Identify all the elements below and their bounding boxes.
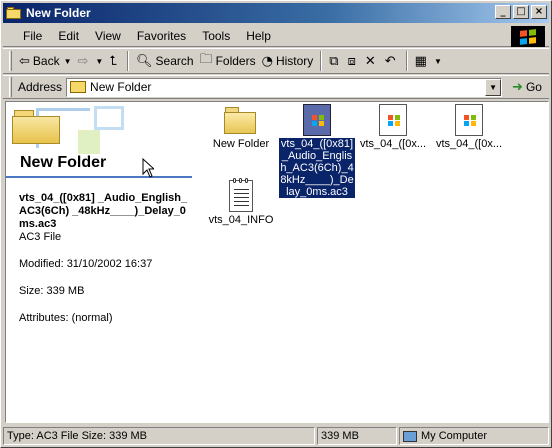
address-dropdown-button[interactable]: ▼ — [485, 78, 502, 96]
windows-logo-icon — [511, 26, 545, 47]
go-button[interactable]: ➜ Go — [512, 80, 542, 95]
header-decoration — [94, 106, 124, 130]
menu-bar: File Edit View Favorites Tools Help — [3, 25, 549, 47]
back-arrow-icon: ⇦ — [19, 53, 30, 69]
file-item-info[interactable]: vts_04_INFO — [202, 178, 280, 226]
menu-help[interactable]: Help — [238, 29, 279, 43]
status-zone-label: My Computer — [421, 430, 488, 442]
toolbar-separator — [405, 51, 408, 71]
file-details-panel: vts_04_([0x81] _Audio_English_AC3(6Ch) _… — [19, 192, 195, 325]
address-input[interactable]: New Folder ▼ — [66, 77, 503, 97]
search-label: Search — [155, 54, 194, 68]
title-bar[interactable]: New Folder _ □ × — [3, 3, 549, 23]
file-item-label: vts_04_([0x... — [359, 138, 427, 150]
move-to-icon: ⧉ — [329, 53, 339, 69]
maximize-button[interactable]: □ — [513, 5, 529, 19]
file-item-ac3-2[interactable]: vts_04_([0x... — [354, 104, 432, 150]
menu-edit[interactable]: Edit — [50, 29, 87, 43]
folders-button[interactable]: 🗀 Folders — [197, 50, 259, 72]
close-button[interactable]: × — [531, 5, 547, 19]
file-item-new-folder[interactable]: New Folder — [202, 106, 280, 150]
status-description: Type: AC3 File Size: 339 MB — [3, 427, 315, 445]
go-label: Go — [525, 80, 542, 94]
toolbar-separator — [127, 51, 130, 71]
text-file-icon — [229, 178, 253, 212]
address-grip[interactable] — [9, 77, 12, 97]
search-icon: 🔍︎ — [136, 53, 153, 69]
selected-file-name: vts_04_([0x81] _Audio_English_AC3(6Ch) _… — [19, 192, 188, 230]
file-item-ac3-3[interactable]: vts_04_([0x... — [430, 104, 508, 150]
forward-button[interactable]: ⇨ ▼ — [75, 50, 107, 72]
selected-file-attributes: Attributes: (normal) — [19, 312, 113, 324]
address-bar: Address New Folder ▼ ➜ Go — [3, 75, 549, 99]
my-computer-icon — [403, 430, 417, 442]
header-divider — [6, 176, 192, 178]
copy-to-button[interactable]: ⧈ — [345, 50, 362, 72]
media-file-icon — [379, 104, 407, 136]
delete-icon: ✕ — [364, 53, 376, 69]
file-item-label: vts_04_([0x... — [435, 138, 503, 150]
back-label: Back — [32, 54, 60, 68]
menu-file[interactable]: File — [15, 29, 50, 43]
toolbar-grip[interactable] — [9, 51, 12, 71]
file-item-selected-ac3[interactable]: vts_04_([0x81]_Audio_English_AC3(6Ch)_48… — [278, 104, 356, 198]
back-dropdown-icon[interactable]: ▼ — [64, 57, 72, 66]
explorer-window: New Folder _ □ × File Edit View Favorite… — [0, 0, 552, 448]
go-arrow-icon: ➜ — [512, 79, 523, 95]
media-file-icon — [455, 104, 483, 136]
folder-title: New Folder — [20, 154, 107, 171]
move-to-button[interactable]: ⧉ — [326, 50, 344, 72]
copy-to-icon: ⧈ — [347, 53, 356, 69]
web-view-header: New Folder — [6, 102, 192, 178]
history-icon: ◔ — [261, 53, 273, 69]
history-button[interactable]: ◔ History — [259, 50, 317, 72]
selected-file-size: Size: 339 MB — [19, 285, 85, 297]
header-decoration — [78, 130, 100, 154]
media-file-icon — [303, 104, 331, 136]
folders-icon: 🗀 — [199, 52, 213, 67]
mouse-cursor-icon — [142, 158, 154, 178]
menu-view[interactable]: View — [87, 29, 129, 43]
status-size: 339 MB — [317, 427, 397, 445]
up-button[interactable]: ⮤ — [106, 50, 123, 72]
window-title: New Folder — [26, 6, 91, 20]
file-item-label: vts_04_INFO — [208, 214, 274, 226]
selected-file-modified: Modified: 31/10/2002 16:37 — [19, 258, 153, 270]
views-icon: ▦ — [414, 53, 427, 69]
forward-arrow-icon: ⇨ — [77, 53, 89, 69]
delete-button[interactable]: ✕ — [362, 50, 382, 72]
folder-view[interactable]: New Folder vts_04_([0x81] _Audio_English… — [5, 101, 549, 423]
views-button[interactable]: ▦ ▼ — [412, 50, 445, 72]
large-folder-icon — [12, 108, 62, 144]
address-label: Address — [18, 80, 63, 94]
forward-dropdown-icon[interactable]: ▼ — [95, 57, 103, 66]
undo-icon: ↶ — [384, 53, 396, 69]
up-folder-icon: ⮤ — [109, 53, 118, 69]
folder-icon — [224, 106, 258, 136]
menu-favorites[interactable]: Favorites — [129, 29, 194, 43]
history-label: History — [275, 54, 314, 68]
file-item-label: vts_04_([0x81]_Audio_English_AC3(6Ch)_48… — [279, 138, 355, 198]
folder-icon — [70, 81, 87, 93]
back-button[interactable]: ⇦ Back ▼ — [16, 50, 75, 72]
minimize-button[interactable]: _ — [495, 5, 511, 19]
undo-button[interactable]: ↶ — [382, 50, 402, 72]
status-zone: My Computer — [399, 427, 549, 445]
file-item-label: New Folder — [212, 138, 270, 150]
toolbar-separator — [320, 51, 323, 71]
menu-tools[interactable]: Tools — [194, 29, 238, 43]
search-button[interactable]: 🔍︎ Search — [133, 50, 197, 72]
standard-toolbar: ⇦ Back ▼ ⇨ ▼ ⮤ 🔍︎ Search 🗀 Folders ◔ His… — [3, 48, 549, 74]
folder-icon — [6, 6, 22, 20]
status-bar: Type: AC3 File Size: 339 MB 339 MB My Co… — [3, 427, 549, 446]
folders-label: Folders — [215, 54, 256, 68]
views-dropdown-icon[interactable]: ▼ — [434, 57, 442, 66]
address-value: New Folder — [90, 80, 152, 94]
selected-file-type: AC3 File — [19, 231, 62, 243]
